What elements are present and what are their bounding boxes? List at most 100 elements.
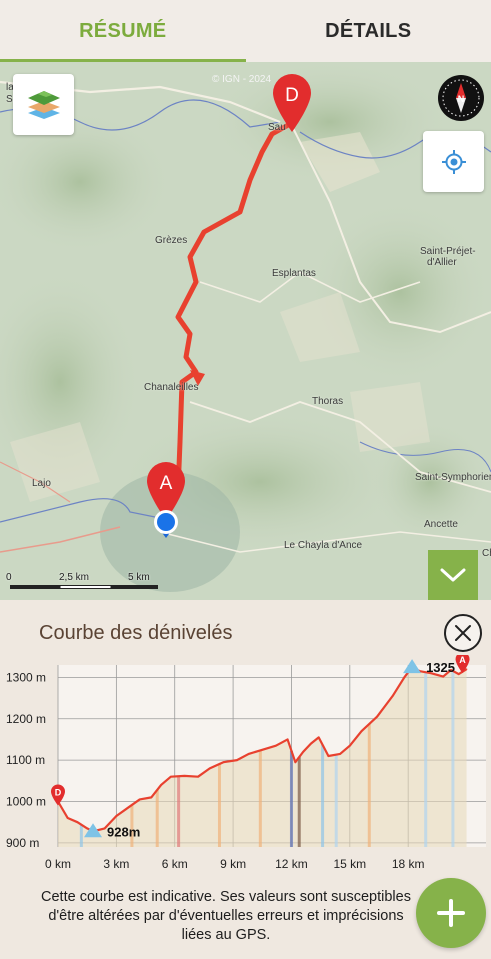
elevation-point (183, 775, 186, 777)
x-tick-label: 18 km (392, 857, 425, 871)
elevation-point (294, 761, 297, 764)
end-marker[interactable]: D (271, 72, 313, 134)
y-tick-label: 1100 m (6, 753, 45, 767)
elevation-point (286, 738, 289, 741)
place-label: Saint-Symphorien (415, 472, 491, 483)
elevation-point (376, 715, 378, 718)
tab-resume[interactable]: RÉSUMÉ (0, 0, 246, 62)
elevation-point (457, 673, 460, 675)
slope-stripe (79, 824, 83, 847)
x-tick-label: 3 km (103, 857, 129, 871)
slope-stripe (334, 754, 338, 847)
elevation-point (197, 775, 199, 778)
x-tick-label: 6 km (162, 857, 188, 871)
layers-icon (27, 90, 60, 119)
elevation-point (150, 796, 153, 799)
elevation-point (66, 817, 69, 819)
elevation-chart: 1300 m 1200 m 1100 m 1000 m 900 m 0 km 3 km 6 k… (0, 652, 491, 890)
elevation-point (115, 815, 118, 817)
close-icon (455, 625, 471, 641)
place-label: Chanaleilles (144, 382, 199, 393)
place-label: Lajo (32, 478, 51, 489)
collapse-map-button[interactable] (428, 550, 478, 600)
chart-start-marker-label: A (459, 655, 466, 665)
x-tick-label: 15 km (333, 857, 366, 871)
elevation-point (86, 827, 88, 830)
add-button[interactable] (416, 878, 486, 948)
elevation-point (170, 775, 172, 778)
tab-bar: RÉSUMÉ DÉTAILS (0, 0, 491, 62)
compass-button[interactable]: N (437, 74, 485, 122)
elevation-point (302, 751, 304, 753)
disclaimer-text: Cette courbe est indicative. Ses valeurs… (41, 889, 411, 943)
svg-text:N: N (458, 94, 465, 104)
elevation-point (317, 736, 320, 739)
map-view[interactable]: © IGN - 2024 la Bes Sair Sau Grèzes Sain… (0, 62, 491, 600)
locate-icon (441, 149, 466, 174)
place-label: d'Allier (427, 257, 457, 268)
slope-stripe (289, 750, 293, 847)
elevation-point (236, 759, 238, 761)
end-marker-label: D (285, 85, 299, 106)
min-elevation-label: 928m (107, 824, 140, 839)
elevation-point (310, 742, 312, 745)
layers-button[interactable] (13, 74, 74, 135)
x-tick-label: 12 km (275, 857, 308, 871)
scale-label-end: 5 km (128, 572, 150, 583)
elevation-point (160, 784, 162, 786)
chevron-down-icon (440, 568, 466, 582)
scale-label-start: 0 (6, 572, 12, 583)
map-attribution: © IGN - 2024 (212, 74, 272, 85)
elevation-point (339, 753, 341, 755)
y-tick-label: 1000 m (6, 795, 46, 809)
slope-stripe (155, 789, 159, 847)
place-label: Le Chayla d'Ance (284, 540, 363, 551)
slope-stripe (321, 744, 325, 847)
elevation-point (127, 806, 129, 809)
plus-icon (437, 899, 465, 927)
elevation-point (138, 798, 141, 801)
scale-label-mid: 2,5 km (59, 572, 90, 583)
elevation-point (391, 695, 394, 697)
elevation-point (275, 744, 277, 747)
elevation-point (76, 821, 79, 823)
place-label: Ancette (424, 519, 458, 530)
max-elevation-label: 1325 (426, 660, 455, 675)
current-location-icon (154, 510, 178, 538)
chart-end-marker-label: D (55, 788, 62, 798)
slope-stripe (258, 750, 262, 847)
close-button[interactable] (444, 614, 482, 652)
elevation-point (261, 748, 264, 751)
tab-details[interactable]: DÉTAILS (246, 0, 491, 62)
elevation-point (327, 755, 330, 757)
elevation-title: Courbe des dénivelés (39, 622, 233, 644)
locate-button[interactable] (423, 131, 484, 192)
start-marker-label: A (160, 473, 173, 494)
elevation-chart-svg: 1300 m 1200 m 1100 m 1000 m 900 m 0 km 3 km 6 k… (6, 652, 486, 871)
place-label: Thoras (312, 396, 344, 407)
compass-icon: N (438, 75, 484, 121)
x-tick-label: 9 km (220, 857, 246, 871)
elevation-point (403, 676, 406, 679)
elevation-point (360, 730, 363, 732)
y-tick-label: 1200 m (6, 712, 46, 726)
slope-stripe (217, 763, 221, 847)
place-label: Cha (482, 548, 491, 559)
elevation-point (222, 761, 225, 764)
elevation-point (465, 668, 468, 670)
y-tick-label: 1300 m (6, 670, 46, 684)
elevation-panel: Courbe des dénivelés 1300 m 1200 m 1100 m 1… (0, 600, 491, 959)
slope-stripe (451, 670, 455, 847)
slope-stripe (177, 776, 181, 847)
elevation-point (442, 675, 445, 678)
place-label: Grèzes (155, 235, 188, 246)
map-terrain (0, 62, 491, 600)
elevation-point (208, 767, 211, 770)
elevation-point (103, 827, 106, 830)
elevation-point (349, 744, 351, 747)
scale-bar (10, 585, 158, 589)
map-scale: 0 2,5 km 5 km (6, 566, 158, 596)
place-label: Saint-Préjet- (420, 246, 476, 257)
slope-stripe (297, 757, 301, 847)
slope-stripe (367, 723, 371, 847)
